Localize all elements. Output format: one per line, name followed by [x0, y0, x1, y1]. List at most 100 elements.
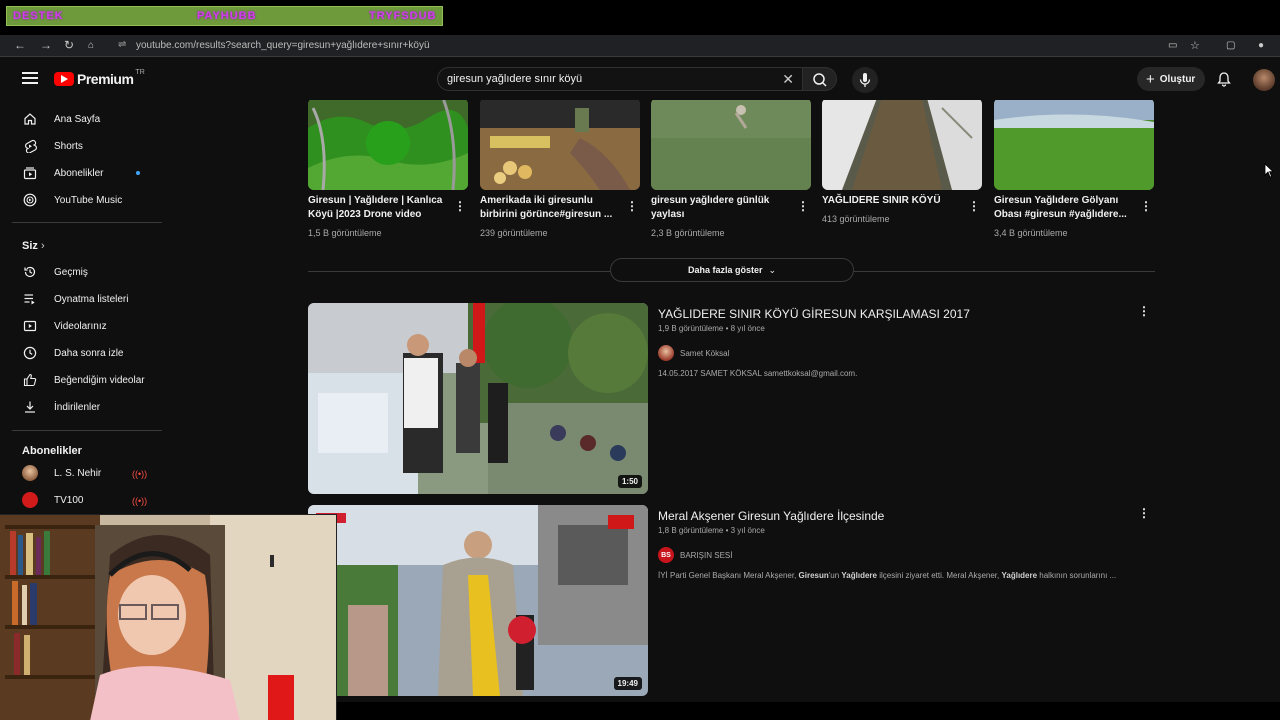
sidebar-item-your-videos[interactable]: Videolarınız [14, 313, 160, 339]
forward-arrow-icon[interactable]: → [40, 38, 52, 52]
live-icon: ((•)) [132, 496, 148, 506]
site-info-icon[interactable]: ⇌ [118, 39, 126, 50]
short-card[interactable]: giresun yağlıdere günlük yaylası 2,3 B g… [651, 100, 811, 248]
more-vert-icon[interactable]: ⋮ [454, 198, 466, 214]
short-thumbnail[interactable] [480, 100, 640, 190]
back-arrow-icon[interactable]: ← [14, 38, 26, 52]
sidebar-item-home[interactable]: Ana Sayfa [14, 106, 160, 132]
short-views: 2,3 B görüntüleme [651, 228, 725, 238]
more-vert-icon[interactable]: ⋮ [1140, 198, 1152, 214]
video-thumbnail[interactable]: 1:50 [308, 303, 648, 494]
more-vert-icon[interactable]: ⋮ [1138, 303, 1150, 319]
close-icon[interactable]: ✕ [782, 71, 794, 88]
more-vert-icon[interactable]: ⋮ [626, 198, 638, 214]
subscriptions-icon [22, 165, 38, 181]
short-title[interactable]: YAĞLIDERE SINIR KÖYÜ [822, 194, 960, 208]
desc-highlight: Yağlıdere [1001, 571, 1038, 580]
short-title[interactable]: Giresun Yağlıdere Gölyanı Obası #giresun… [994, 194, 1132, 222]
channel-name: BARIŞIN SESİ [680, 550, 733, 560]
create-button[interactable]: + Oluştur [1137, 67, 1205, 91]
video-thumbnail[interactable]: 19:49 [308, 505, 648, 696]
desc-text: 'un [828, 571, 842, 580]
desc-text: halkının sorunlarını ... [1037, 571, 1117, 580]
subscription-label: L. S. Nehir [54, 467, 102, 479]
your-videos-icon [22, 318, 38, 334]
cast-icon[interactable]: ▭ [1168, 40, 1177, 51]
channel-link[interactable]: BS BARIŞIN SESİ [658, 547, 732, 563]
video-meta: 1,8 B görüntüleme • 3 yıl önce [658, 526, 765, 535]
search-input[interactable] [447, 73, 767, 85]
sidebar-item-label: Daha sonra izle [54, 347, 124, 359]
search-box[interactable]: ✕ [437, 67, 803, 91]
sidebar-item-label: Oynatma listeleri [54, 293, 129, 305]
sidebar-item-subscriptions[interactable]: Abonelikler [14, 160, 160, 186]
show-more-button[interactable]: Daha fazla göster ⌄ [610, 258, 854, 282]
short-title[interactable]: Amerikada iki giresunlu birbirini görünc… [480, 194, 618, 222]
sidebar-item-shorts[interactable]: Shorts [14, 133, 160, 159]
chevron-down-icon: ⌄ [768, 264, 777, 275]
sidebar-item-label: Videolarınız [54, 320, 107, 332]
video-duration: 1:50 [617, 475, 642, 488]
sidebar-item-playlists[interactable]: Oynatma listeleri [14, 286, 160, 312]
short-views: 239 görüntüleme [480, 228, 548, 238]
short-title[interactable]: giresun yağlıdere günlük yaylası [651, 194, 789, 222]
subscription-label: TV100 [54, 494, 84, 506]
short-card[interactable]: YAĞLIDERE SINIR KÖYÜ 413 görüntüleme ⋮ [822, 100, 982, 248]
sidebar-item-history[interactable]: Geçmiş [14, 259, 160, 285]
logo-region: TR [135, 68, 145, 76]
plus-icon: + [1146, 70, 1155, 88]
video-result[interactable]: 1:50 YAĞLIDERE SINIR KÖYÜ GİRESUN KARŞIL… [308, 303, 1156, 495]
sidebar-item-label: Abonelikler [54, 167, 104, 179]
channel-avatar [22, 492, 38, 508]
more-vert-icon[interactable]: ⋮ [1138, 505, 1150, 521]
reload-icon[interactable]: ↻ [64, 38, 74, 52]
sidebar-subscription-item[interactable]: TV100 ((•)) [14, 487, 160, 513]
menu-icon[interactable] [22, 70, 38, 86]
download-icon [22, 399, 38, 415]
profile-icon[interactable]: ● [1258, 40, 1264, 51]
sidebar-item-youtube-music[interactable]: YouTube Music [14, 187, 160, 213]
home-browser-icon[interactable]: ⌂ [88, 40, 94, 51]
extensions-icon[interactable]: ▢ [1226, 40, 1235, 51]
sidebar-item-downloads[interactable]: İndirilenler [14, 394, 160, 420]
short-thumbnail[interactable] [308, 100, 468, 190]
webcam-overlay [0, 514, 337, 720]
screen: DESTEK PAYHUBB TRYFSDUB ← → ↻ ⌂ ⇌ youtub… [0, 0, 1280, 720]
youtube-play-icon [54, 72, 74, 86]
more-vert-icon[interactable]: ⋮ [797, 198, 809, 214]
short-card[interactable]: Giresun | Yağlıdere | Kanlıca Köyü |2023… [308, 100, 468, 248]
search-button[interactable] [803, 67, 837, 91]
short-thumbnail[interactable] [822, 100, 982, 190]
divider [12, 222, 162, 223]
desc-highlight: Yağlıdere [841, 571, 877, 580]
channel-link[interactable]: Samet Köksal [658, 345, 729, 361]
account-avatar[interactable] [1253, 69, 1275, 91]
sidebar-item-label: Shorts [54, 140, 83, 152]
notifications-button[interactable] [1216, 71, 1232, 92]
address-bar-url[interactable]: youtube.com/results?search_query=giresun… [136, 40, 430, 51]
voice-search-button[interactable] [852, 67, 878, 93]
sidebar-item-label: Geçmiş [54, 266, 88, 278]
overlay-label: TRYFSDUB [369, 10, 437, 22]
short-card[interactable]: Amerikada iki giresunlu birbirini görünc… [480, 100, 640, 248]
channel-avatar: BS [658, 547, 674, 563]
overlay-label: PAYHUBB [197, 10, 257, 22]
video-title[interactable]: YAĞLIDERE SINIR KÖYÜ GİRESUN KARŞILAMASI… [658, 307, 970, 321]
short-thumbnail[interactable] [994, 100, 1154, 190]
video-result[interactable]: 19:49 Meral Akşener Giresun Yağlıdere İl… [308, 505, 1156, 697]
like-icon [22, 372, 38, 388]
short-thumbnail[interactable] [651, 100, 811, 190]
bookmark-star-icon[interactable]: ☆ [1190, 39, 1200, 52]
youtube-premium-logo[interactable]: Premium TR [54, 68, 145, 87]
sidebar-subscription-item[interactable]: L. S. Nehir ((•)) [14, 460, 160, 486]
short-card[interactable]: Giresun Yağlıdere Gölyanı Obası #giresun… [994, 100, 1154, 248]
short-title[interactable]: Giresun | Yağlıdere | Kanlıca Köyü |2023… [308, 194, 446, 222]
channel-avatar [22, 465, 38, 481]
more-vert-icon[interactable]: ⋮ [968, 198, 980, 214]
video-title[interactable]: Meral Akşener Giresun Yağlıdere İlçesind… [658, 509, 884, 523]
you-section-heading[interactable]: Siz › [22, 240, 45, 252]
sidebar-item-watch-later[interactable]: Daha sonra izle [14, 340, 160, 366]
stream-overlay-bar: DESTEK PAYHUBB TRYFSDUB [6, 6, 443, 26]
sidebar-item-liked-videos[interactable]: Beğendiğim videolar [14, 367, 160, 393]
desc-text: ilçesini ziyaret etti. Meral Akşener, [876, 571, 1002, 580]
